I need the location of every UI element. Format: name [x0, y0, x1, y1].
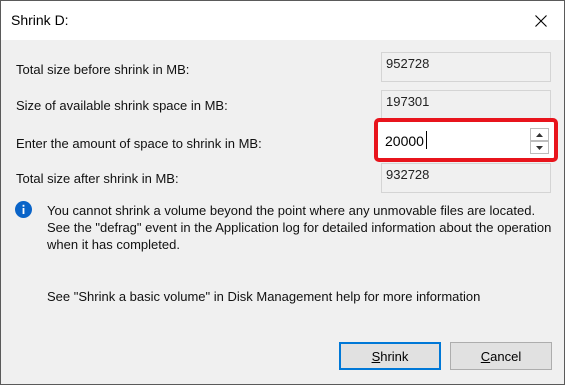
total-after-value: 932728 — [386, 167, 430, 182]
available-value: 197301 — [386, 94, 430, 109]
spin-down-icon — [536, 145, 543, 150]
shrink-dialog: Shrink D: Total size before shrink in MB… — [0, 0, 565, 385]
help-text: See "Shrink a basic volume" in Disk Mana… — [47, 289, 481, 304]
spin-up-button[interactable] — [530, 128, 549, 141]
cancel-label-rest: ancel — [490, 348, 522, 364]
shrink-amount-input[interactable] — [381, 127, 529, 155]
shrink-button[interactable]: Shrink — [339, 342, 441, 370]
close-icon — [535, 14, 547, 27]
info-message: You cannot shrink a volume beyond the po… — [47, 203, 552, 252]
cancel-button[interactable]: Cancel — [450, 342, 552, 370]
spin-down-button[interactable] — [530, 141, 549, 154]
text-caret — [426, 131, 427, 149]
total-before-field: 952728 — [381, 52, 551, 82]
shrink-label-rest: hrink — [380, 348, 409, 364]
available-field: 197301 — [381, 90, 551, 120]
spin-up-icon — [536, 132, 543, 137]
shrink-mnemonic: S — [371, 348, 381, 364]
cancel-mnemonic: C — [480, 348, 491, 364]
total-after-label: Total size after shrink in MB: — [16, 171, 179, 186]
total-after-field: 932728 — [381, 163, 551, 193]
info-icon — [15, 201, 32, 218]
dialog-title: Shrink D: — [11, 12, 69, 28]
total-before-value: 952728 — [386, 56, 430, 71]
total-before-label: Total size before shrink in MB: — [16, 62, 190, 77]
available-label: Size of available shrink space in MB: — [16, 98, 228, 113]
title-bar: Shrink D: — [1, 1, 564, 40]
close-button[interactable] — [518, 1, 564, 40]
amount-label: Enter the amount of space to shrink in M… — [16, 136, 262, 151]
